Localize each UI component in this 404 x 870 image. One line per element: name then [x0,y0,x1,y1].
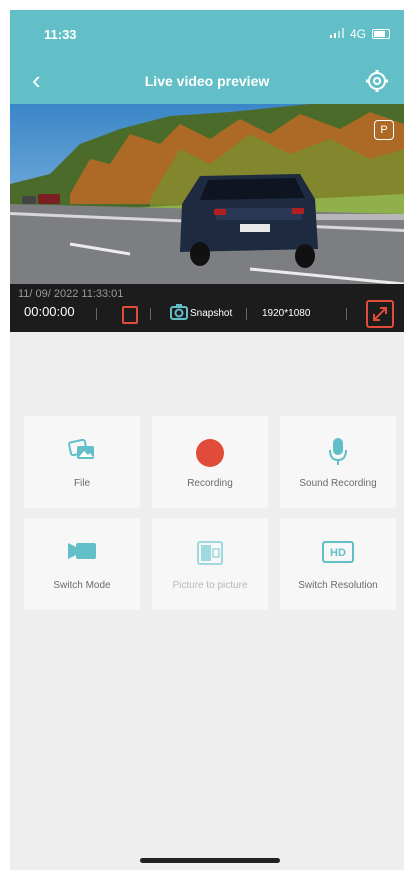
switch-mode-label: Switch Mode [53,580,111,591]
resolution-label[interactable]: 1920*1080 [262,308,310,319]
hd-icon: HD [322,541,354,563]
gallery-icon [68,438,94,459]
header: 11:33 4G ‹ Live video preview [10,10,404,104]
camera-icon [170,304,188,320]
gear-icon [366,70,388,92]
divider [96,308,97,320]
video-datetime: 11/ 09/ 2022 11:33:01 [18,288,124,300]
snapshot-button[interactable] [170,304,188,325]
signal-icon [329,27,344,41]
picture-in-picture-icon [197,541,223,565]
live-video-view[interactable]: P [10,104,404,284]
battery-icon [372,29,390,39]
network-label: 4G [349,27,366,41]
recording-button[interactable]: Recording [152,416,268,508]
function-grid: File Recording Sound Recording Switch Mo… [24,416,402,610]
expand-icon [373,307,387,321]
file-label: File [73,478,91,489]
video-control-bar: 11/ 09/ 2022 11:33:01 00:00:00 Snapshot … [10,284,404,332]
file-button[interactable]: File [24,416,140,508]
sound-recording-button[interactable]: Sound Recording [280,416,396,508]
video-frame [10,104,404,284]
settings-button[interactable] [364,68,390,94]
status-time: 11:33 [44,27,77,42]
page-title: Live video preview [144,73,270,89]
video-camera-icon [68,543,96,559]
microphone-icon [329,438,347,465]
record-dot-icon [196,439,224,467]
divider [150,308,151,320]
status-icons: 4G [329,27,390,41]
sound-recording-label: Sound Recording [299,478,377,489]
switch-mode-button[interactable]: Switch Mode [24,518,140,610]
fullscreen-button[interactable] [366,300,394,328]
sd-card-icon[interactable] [122,306,138,324]
picture-in-picture-button[interactable]: Picture to picture [152,518,268,610]
parking-badge: P [374,120,394,140]
divider [246,308,247,320]
divider [346,308,347,320]
recording-duration: 00:00:00 [24,304,75,319]
switch-resolution-label: Switch Resolution [298,580,378,591]
recording-label: Recording [187,478,233,489]
switch-resolution-button[interactable]: HD Switch Resolution [280,518,396,610]
snapshot-label[interactable]: Snapshot [190,308,232,319]
picture-in-picture-label: Picture to picture [172,580,248,591]
hd-icon-label: HD [330,547,346,559]
app-screen: 11:33 4G ‹ Live video preview P 11/ 09/ … [10,10,404,870]
home-indicator[interactable] [140,858,280,863]
